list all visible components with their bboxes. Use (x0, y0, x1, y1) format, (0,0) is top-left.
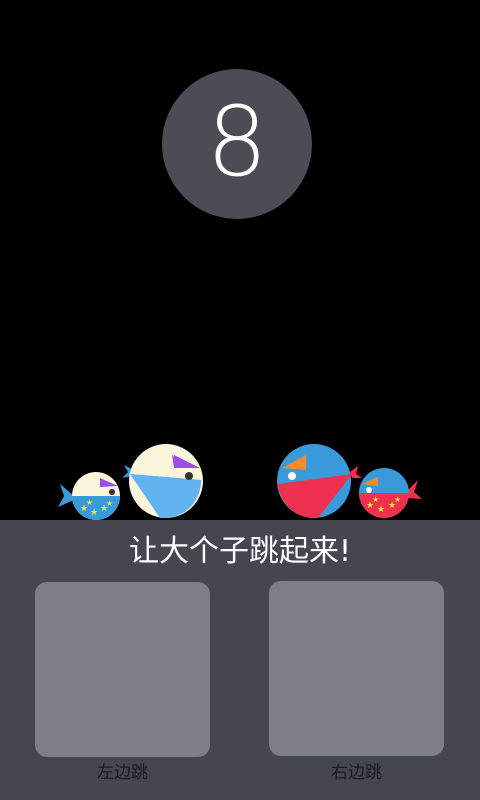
game-stage: ★ ★ ★ ★ ★ ★ ★ ★ ★ ★ (0, 0, 480, 520)
svg-text:★: ★ (106, 499, 113, 508)
big-cream-bird (122, 444, 203, 518)
svg-text:★: ★ (90, 508, 98, 518)
jump-right-button[interactable] (269, 581, 444, 756)
svg-text:★: ★ (86, 498, 93, 507)
characters-layer: ★ ★ ★ ★ ★ ★ ★ ★ ★ ★ (58, 444, 422, 520)
jump-right-label: 右边跳 (331, 763, 382, 783)
jump-left-button[interactable] (35, 582, 210, 757)
small-cream-bird: ★ ★ ★ ★ ★ (58, 472, 120, 520)
svg-text:★: ★ (394, 495, 401, 504)
big-blue-bird (277, 444, 362, 519)
instruction-text: 让大个子跳起来! (128, 534, 352, 569)
jump-left-label: 左边跳 (97, 763, 148, 783)
small-blue-bird: ★ ★ ★ ★ ★ (359, 468, 422, 518)
svg-text:★: ★ (377, 505, 385, 515)
svg-text:★: ★ (372, 495, 379, 504)
